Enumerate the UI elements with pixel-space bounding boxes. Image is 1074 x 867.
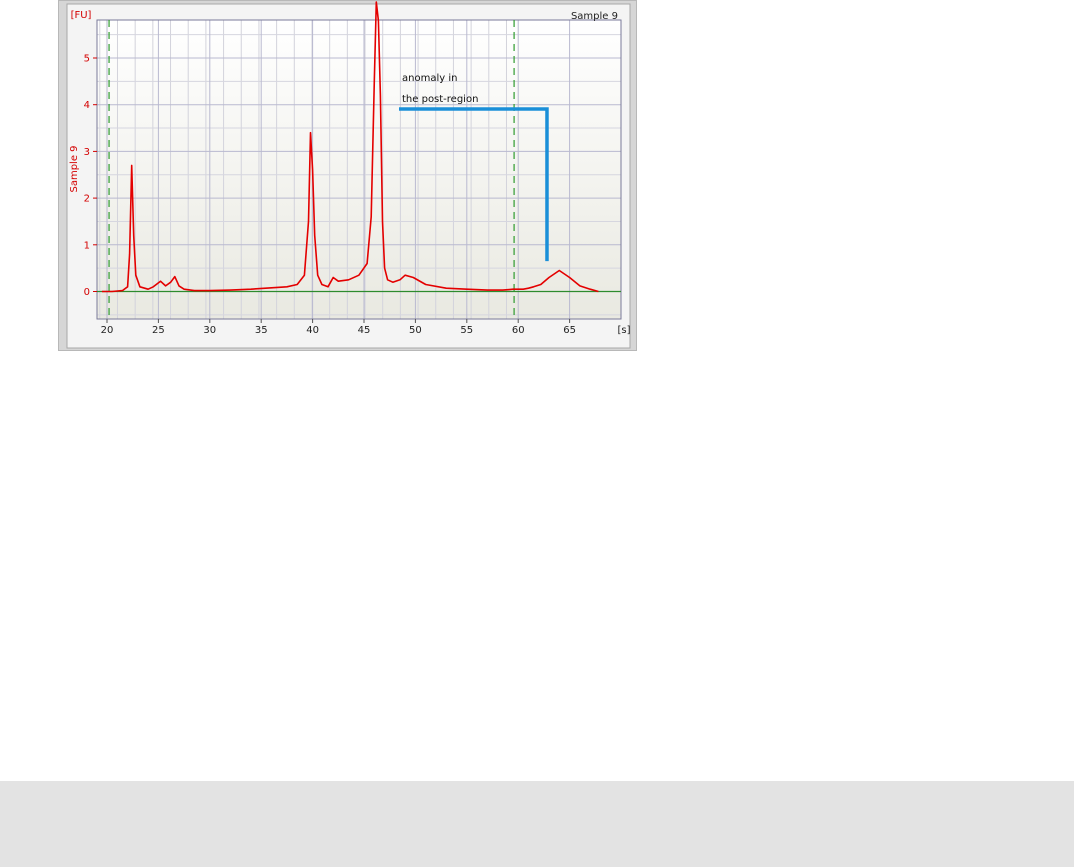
x-tick-label: 60 <box>512 325 525 336</box>
x-tick-label: 50 <box>409 325 422 336</box>
x-tick-label: 40 <box>306 325 319 336</box>
x-tick-label: 45 <box>358 325 371 336</box>
y-axis-label: Sample 9 <box>69 145 80 192</box>
x-tick-label: 65 <box>563 325 576 336</box>
x-tick-label: 35 <box>255 325 268 336</box>
y-tick-label: 1 <box>84 240 90 251</box>
y-tick-label: 2 <box>84 194 90 205</box>
electropherogram-frame: 20 25 30 35 40 45 50 55 60 65 [s] 0 1 2 3 4 5 [FU] Sample … <box>58 0 637 351</box>
annotation-text: the post-region <box>402 94 478 105</box>
y-unit-label: [FU] <box>71 10 92 21</box>
x-tick-label: 30 <box>203 325 216 336</box>
y-tick-label: 3 <box>84 147 90 158</box>
bottom-band <box>0 781 1074 867</box>
electropherogram-chart: 20 25 30 35 40 45 50 55 60 65 [s]012345[FU]Sample … <box>66 1 631 349</box>
x-tick-label: 25 <box>152 325 165 336</box>
x-tick-label: 55 <box>460 325 473 336</box>
y-tick-label: 4 <box>84 100 90 111</box>
annotation-text: anomaly in <box>402 73 457 84</box>
y-tick-label: 0 <box>84 287 90 298</box>
x-tick-label: 20 <box>101 325 114 336</box>
y-tick-label: 5 <box>84 54 90 65</box>
chart-title: Sample 9 <box>571 11 618 22</box>
x-unit-label: [s] <box>617 325 630 336</box>
